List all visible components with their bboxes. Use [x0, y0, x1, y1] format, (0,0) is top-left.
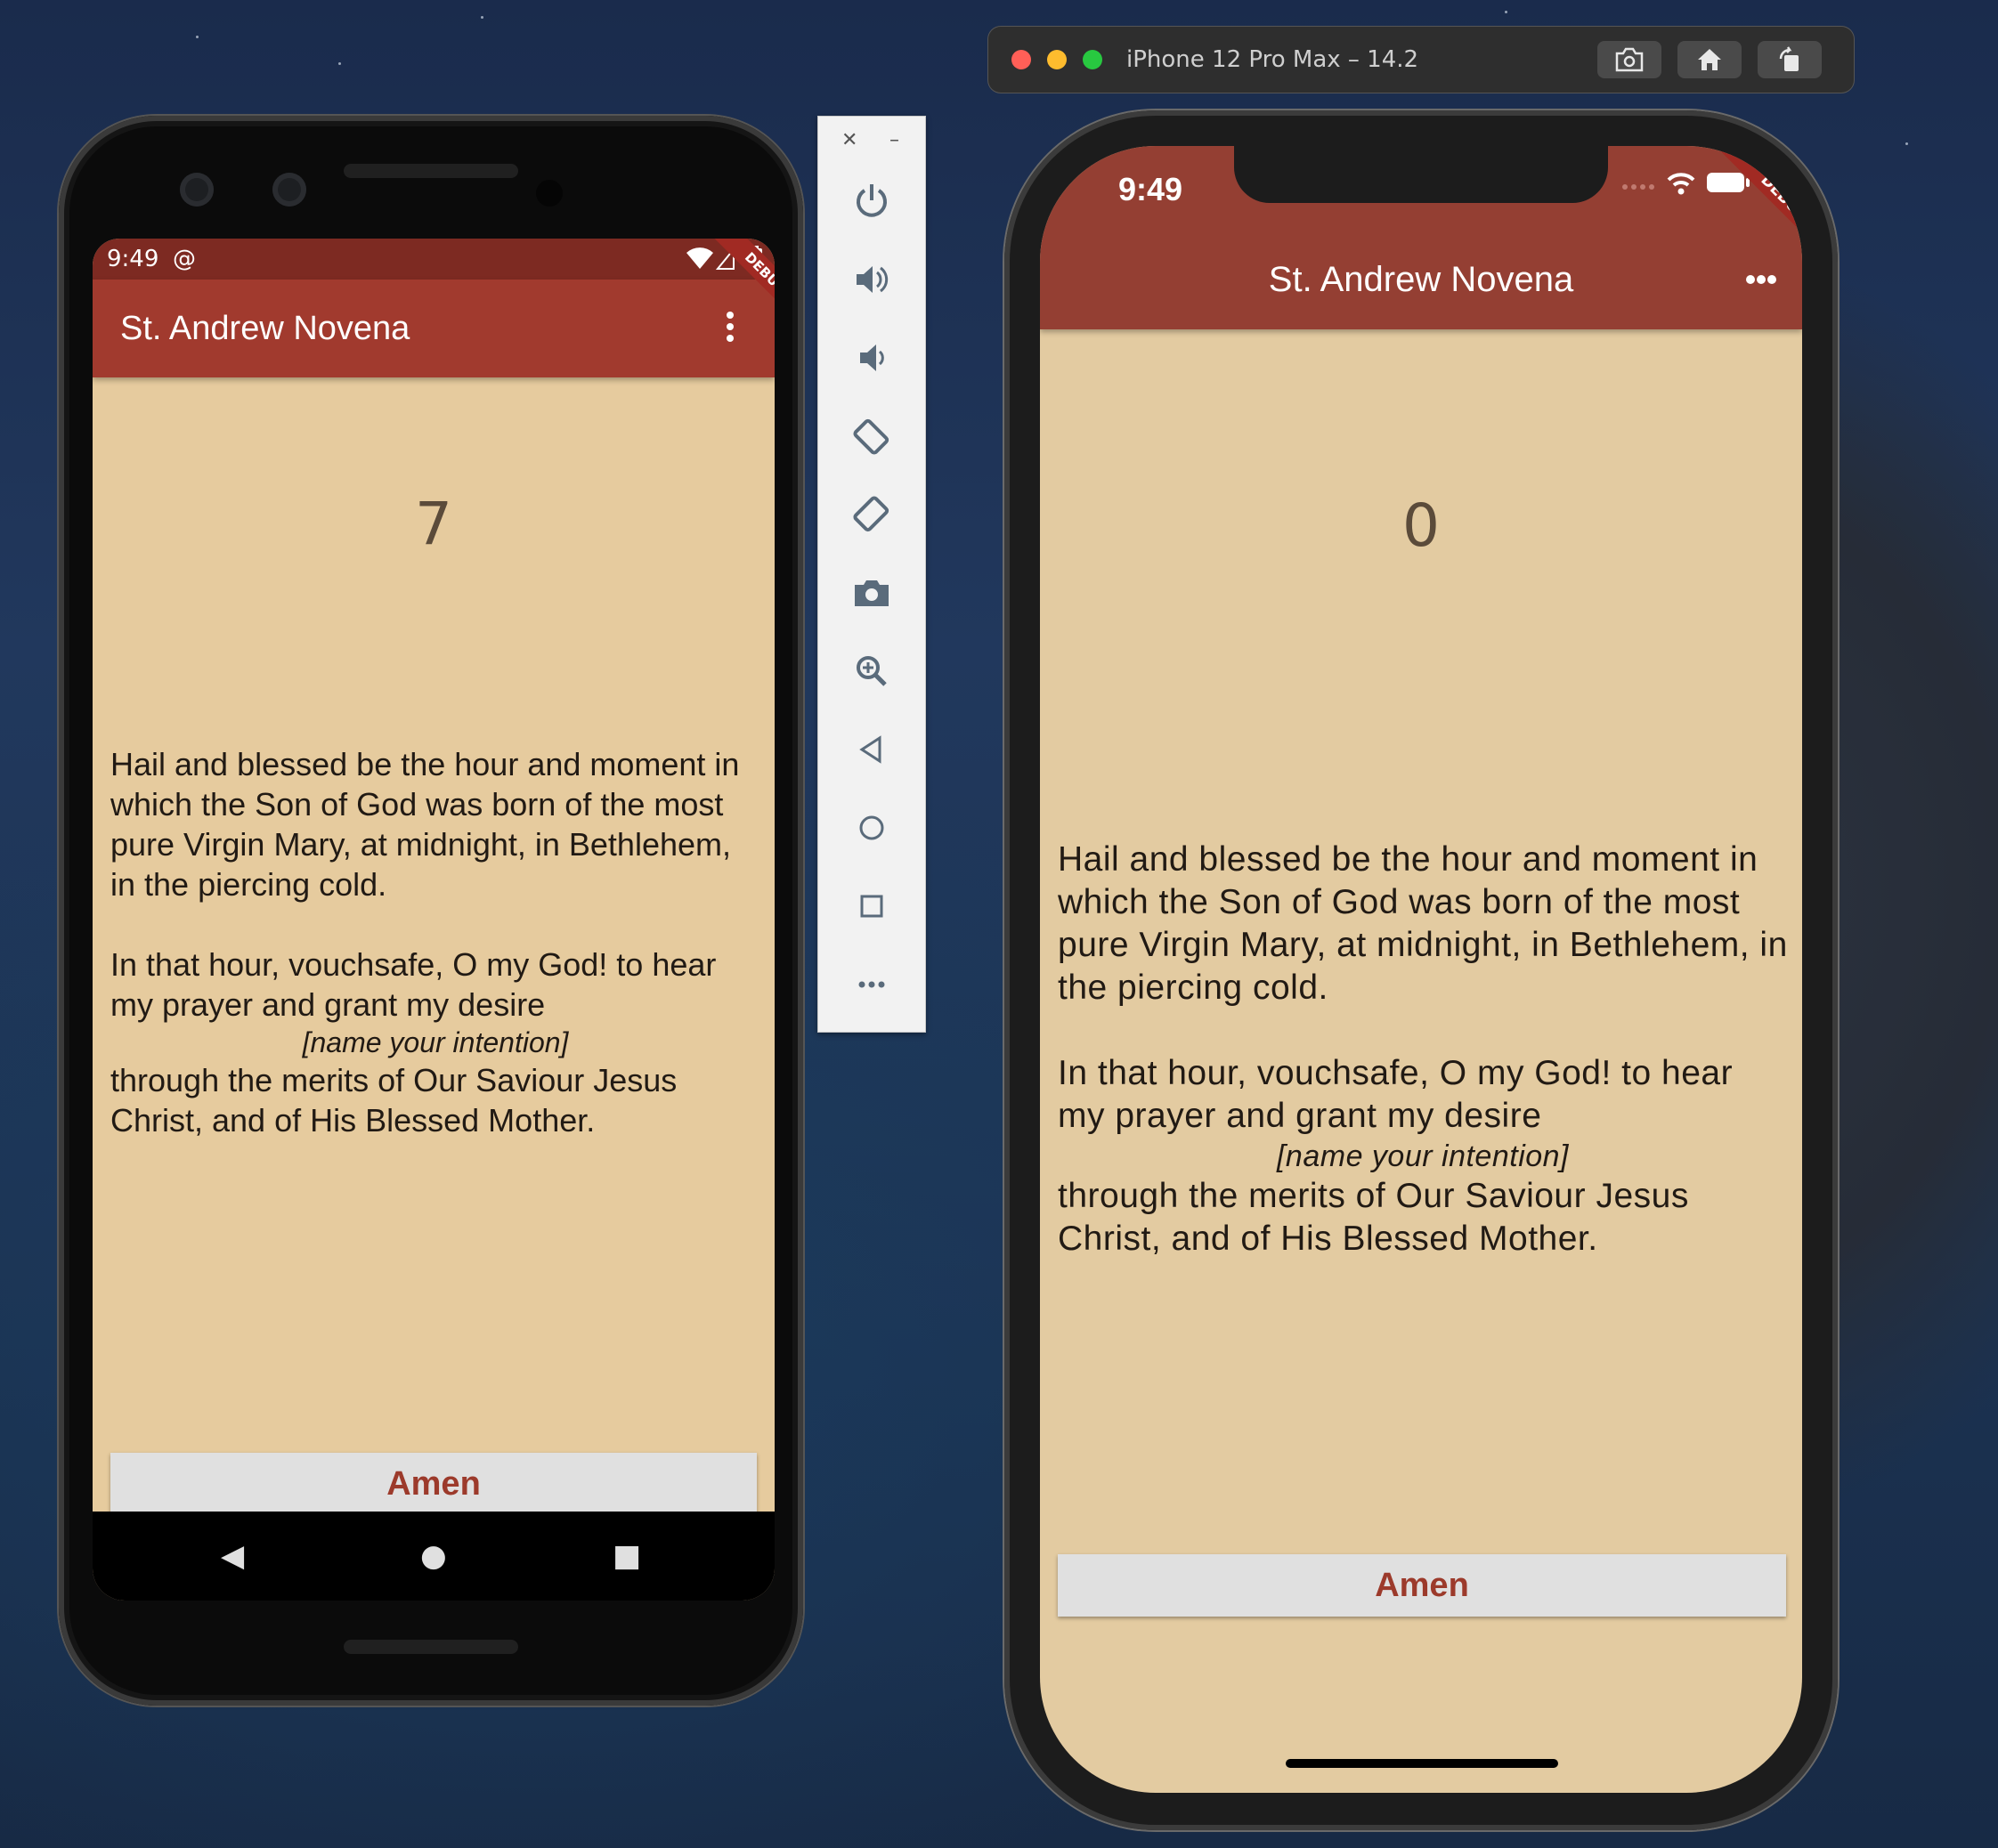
- app-title: St. Andrew Novena: [120, 310, 410, 347]
- prayer-text: Hail and blessed be the hour and moment …: [1058, 839, 1788, 1260]
- status-time: 9:49: [1118, 171, 1183, 207]
- overview-icon[interactable]: ■: [613, 1538, 641, 1574]
- rotate-icon[interactable]: [1758, 41, 1822, 78]
- bottom-speaker: [344, 1640, 518, 1654]
- power-icon[interactable]: [849, 179, 894, 223]
- wifi-icon: [1667, 173, 1695, 195]
- emulator-toolbar: ✕ –: [817, 116, 926, 1033]
- volume-down-icon[interactable]: [849, 336, 894, 380]
- app-bar: 9:49 St. Andrew Novena: [1040, 146, 1802, 329]
- android-screen: 9:49 @ St. Andrew Novena DEBUG 7 Hail an…: [93, 239, 775, 1601]
- window-title: iPhone 12 Pro Max – 14.2: [1126, 46, 1419, 73]
- signal-icon: [1622, 184, 1654, 190]
- prayer-intention: [name your intention]: [1276, 1139, 1570, 1173]
- minimize-window-button[interactable]: [1047, 50, 1067, 69]
- more-icon[interactable]: [849, 962, 894, 1007]
- iphone-device-frame: 9:49 St. Andrew Novena DEBUG 0 Hail and …: [1004, 110, 1838, 1830]
- status-bar: 9:49 @: [93, 239, 775, 280]
- rotate-left-icon[interactable]: [849, 414, 894, 458]
- wifi-icon: [686, 247, 713, 269]
- front-camera-icon: [180, 173, 214, 207]
- minimize-icon[interactable]: –: [889, 129, 899, 151]
- prayer-paragraph: through the merits of Our Saviour Jesus …: [110, 1062, 678, 1139]
- prayer-counter: 7: [415, 490, 452, 558]
- rotate-right-icon[interactable]: [849, 492, 894, 537]
- prayer-counter: 0: [1402, 491, 1440, 560]
- prayer-text: Hail and blessed be the hour and moment …: [110, 744, 760, 1140]
- prayer-paragraph: through the merits of Our Saviour Jesus …: [1058, 1177, 1689, 1258]
- prayer-paragraph: In that hour, vouchsafe, O my God! to he…: [1058, 1054, 1734, 1135]
- back-icon[interactable]: ◀: [221, 1538, 244, 1574]
- camera-icon[interactable]: [849, 571, 894, 615]
- close-icon[interactable]: ✕: [841, 129, 857, 151]
- prayer-paragraph: Hail and blessed be the hour and moment …: [1058, 840, 1788, 1007]
- amen-button[interactable]: Amen: [1058, 1554, 1786, 1617]
- home-indicator[interactable]: [1286, 1759, 1558, 1768]
- prayer-paragraph: Hail and blessed be the hour and moment …: [110, 746, 740, 903]
- android-device-frame: 9:49 @ St. Andrew Novena DEBUG 7 Hail an…: [59, 116, 803, 1706]
- at-sign-icon: @: [173, 246, 196, 272]
- back-icon[interactable]: [849, 727, 894, 772]
- android-nav-bar: ◀ ● ■: [93, 1512, 775, 1601]
- prayer-paragraph: In that hour, vouchsafe, O my God! to he…: [110, 946, 717, 1023]
- app-bar: St. Andrew Novena: [93, 280, 775, 377]
- prayer-intention: [name your intention]: [302, 1026, 569, 1058]
- zoom-window-button[interactable]: [1083, 50, 1102, 69]
- home-icon[interactable]: [849, 806, 894, 850]
- volume-up-icon[interactable]: [849, 257, 894, 302]
- overflow-menu-icon[interactable]: [721, 312, 739, 342]
- device-notch: [1234, 146, 1608, 203]
- zoom-icon[interactable]: [849, 649, 894, 693]
- home-icon[interactable]: [1677, 41, 1742, 78]
- close-window-button[interactable]: [1011, 50, 1031, 69]
- home-icon[interactable]: ●: [420, 1538, 447, 1574]
- earpiece-speaker: [344, 164, 518, 178]
- more-icon[interactable]: [1745, 253, 1777, 294]
- status-time: 9:49: [107, 246, 159, 272]
- overview-icon[interactable]: [849, 884, 894, 928]
- front-camera-icon: [272, 173, 306, 207]
- simulator-window-titlebar: iPhone 12 Pro Max – 14.2: [988, 27, 1854, 93]
- amen-button[interactable]: Amen: [110, 1453, 757, 1515]
- proximity-sensor: [536, 180, 563, 207]
- screenshot-icon[interactable]: [1597, 41, 1661, 78]
- iphone-screen: 9:49 St. Andrew Novena DEBUG 0 Hail and …: [1040, 146, 1802, 1793]
- app-title: St. Andrew Novena: [1268, 260, 1574, 299]
